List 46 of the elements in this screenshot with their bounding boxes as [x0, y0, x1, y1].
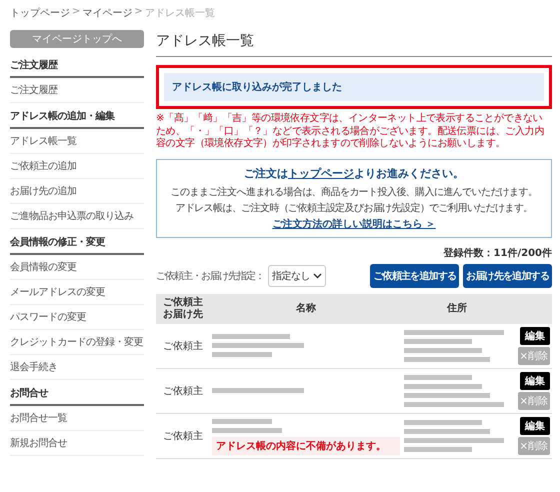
filter-label: ご依頼主・お届け先指定：: [156, 270, 264, 282]
add-address-button[interactable]: お届け先を追加する: [463, 264, 552, 288]
sidebar-section-title: お問合せ: [10, 380, 144, 406]
sidebar-item[interactable]: 新規お問合せ: [10, 431, 144, 456]
breadcrumb-link[interactable]: トップページ: [10, 6, 70, 20]
edit-button[interactable]: 編集: [520, 416, 550, 434]
add-address-button[interactable]: ご依頼主を追加する: [370, 264, 460, 288]
sidebar-item[interactable]: メールアドレスの変更: [10, 280, 144, 305]
column-header: お届け先: [162, 308, 204, 320]
table-cell: ご依頼主: [163, 430, 203, 442]
sidebar-item[interactable]: クレジットカードの登録・変更: [10, 330, 144, 355]
info-text: このままご注文へ進まれる場合は、商品をカート投入後、購入に進んでいただけます。: [170, 186, 538, 198]
table-cell: ご依頼主: [163, 340, 203, 352]
sidebar-item[interactable]: お届け先の追加: [10, 179, 144, 204]
chevron-down-icon: [313, 272, 322, 278]
sidebar-item[interactable]: 退会手続き: [10, 355, 144, 380]
page-title: アドレス帳一覧: [156, 32, 552, 57]
sidebar-item[interactable]: アドレス帳一覧: [10, 129, 144, 154]
filter-select[interactable]: 指定なし: [268, 264, 326, 286]
info-heading: ご注文は: [244, 166, 288, 180]
sidebar-item[interactable]: ご進物品お申込票の取り込み: [10, 204, 144, 229]
column-header: ご依頼主: [162, 296, 204, 308]
sidebar-item[interactable]: ご注文履歴: [10, 78, 144, 103]
order-guide-link[interactable]: ご注文方法の詳しい説明はこちら ＞: [272, 218, 436, 230]
edit-button[interactable]: 編集: [520, 372, 550, 390]
sidebar-section-title: ご注文履歴: [10, 52, 144, 78]
sidebar-section-title: 会員情報の修正・変更: [10, 229, 144, 255]
edit-button[interactable]: 編集: [520, 326, 550, 344]
top-page-link[interactable]: トップページ: [288, 166, 354, 180]
notice-text: ※「髙」「﨑」「吉」等の環境依存文字は、インターネット上で表示することができないため、「・」「口」「？」などで表示される場合がございます。配送伝票には、ご入力内容の文字（環境依存文字）が印字されますので削除しないようにお願いします。: [156, 113, 546, 150]
info-text: アドレス帳は、ご注文時（ご依頼主設定及びお届け先設定）でご利用いただけます。: [174, 202, 534, 214]
warning-message: アドレス帳の内容に不備があります。: [212, 436, 400, 454]
sidebar-item[interactable]: お問合せ一覧: [10, 406, 144, 431]
breadcrumb-separator: >: [134, 6, 143, 19]
sidebar-section-title: アドレス帳の追加・編集: [10, 103, 144, 129]
table-cell: ご依頼主: [163, 386, 203, 396]
registration-count: 登録件数：11件/200件: [442, 246, 552, 260]
sidebar-item[interactable]: ご依頼主の追加: [10, 154, 144, 179]
column-header: 名称: [295, 302, 318, 314]
info-heading: よりお進みください。: [354, 166, 464, 180]
sidebar-item[interactable]: パスワードの変更: [10, 305, 144, 330]
breadcrumb-link[interactable]: マイページ: [82, 6, 132, 20]
success-alert: アドレス帳に取り込みが完了しました: [164, 73, 544, 101]
sidebar-item[interactable]: 会員情報の変更: [10, 255, 144, 280]
column-header: 住所: [446, 302, 468, 314]
breadcrumb-separator: >: [72, 6, 80, 19]
